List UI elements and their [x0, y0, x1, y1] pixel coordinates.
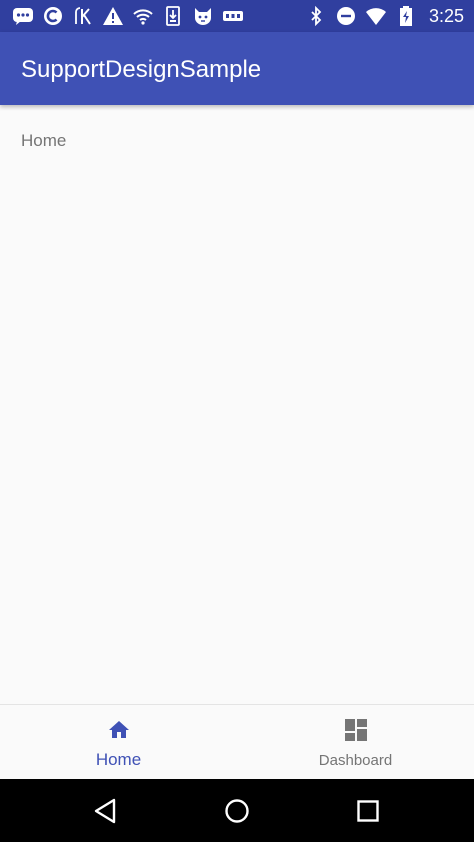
- c-app-icon: [44, 7, 62, 25]
- chat-icon: [13, 8, 33, 25]
- system-status-icons: 3:25: [305, 5, 464, 27]
- app-title: SupportDesignSample: [21, 56, 262, 83]
- warning-icon: [103, 7, 123, 25]
- wifi-notification-icon: [133, 9, 153, 25]
- recents-icon[interactable]: [353, 796, 383, 826]
- battery-charging-icon: [399, 6, 412, 26]
- nhk-app-icon: [223, 11, 243, 21]
- content-message: Home: [21, 131, 67, 150]
- system-navigation-bar: [0, 779, 474, 842]
- download-icon: [166, 6, 180, 26]
- bottom-nav-dashboard[interactable]: Dashboard: [237, 705, 474, 780]
- do-not-disturb-icon: [336, 7, 355, 25]
- back-icon[interactable]: [90, 796, 120, 826]
- dashboard-icon: [344, 719, 367, 741]
- home-circle-icon[interactable]: [222, 796, 252, 826]
- cat-icon: [195, 8, 211, 25]
- wifi-signal-icon: [365, 8, 386, 25]
- content-area: Home: [0, 105, 474, 704]
- bottom-navigation: Home Dashboard: [0, 704, 474, 779]
- notification-icons: [12, 6, 244, 26]
- bottom-nav-home[interactable]: Home: [0, 705, 237, 780]
- status-bar: 3:25: [0, 0, 474, 32]
- bottom-nav-home-label: Home: [95, 750, 142, 769]
- status-time: 3:25: [428, 5, 464, 26]
- bluetooth-icon: [311, 6, 322, 26]
- app-bar: SupportDesignSample: [0, 32, 474, 105]
- bottom-nav-dashboard-label: Dashboard: [318, 752, 393, 769]
- home-icon: [108, 721, 129, 738]
- k-app-icon: [75, 7, 91, 25]
